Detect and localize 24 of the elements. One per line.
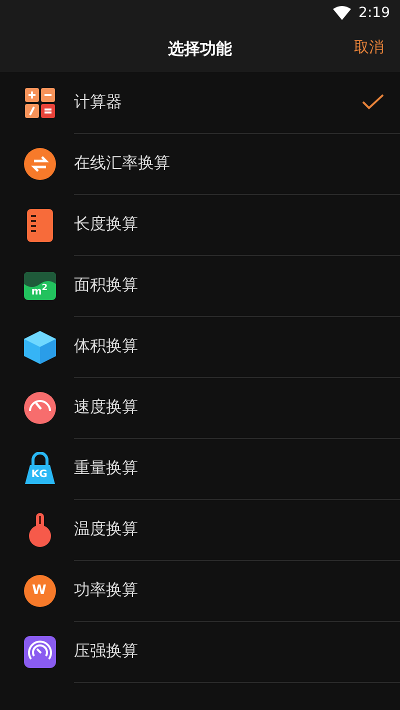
calculator-icon (23, 86, 57, 120)
power-icon (23, 574, 57, 608)
status-time: 2:19 (358, 5, 390, 21)
icon-label: KG (31, 470, 48, 480)
gauge-icon (23, 634, 57, 668)
function-item[interactable]: 速度换算 (74, 396, 138, 418)
function-item[interactable]: 重量换算 (74, 458, 138, 478)
function-item[interactable]: 面积换算 (74, 274, 138, 296)
function-item[interactable]: 体积换算 (74, 336, 138, 356)
function-item[interactable]: 功率换算 (74, 580, 138, 600)
kettlebell-icon (23, 452, 57, 486)
cube-icon (23, 330, 57, 364)
function-item[interactable]: 计算器 (74, 92, 122, 112)
function-item[interactable]: 在线汇率换算 (74, 152, 170, 174)
wifi-icon (332, 6, 351, 20)
function-item[interactable]: 压强换算 (74, 640, 138, 662)
speedometer-icon (23, 390, 57, 424)
icon-label: m$^{2}$ (31, 282, 48, 297)
cancel-button[interactable]: 取消 (354, 38, 384, 57)
function-item[interactable]: 长度换算 (74, 214, 138, 234)
page-title: 选择功能 (168, 38, 232, 60)
exchange-icon (23, 146, 57, 180)
function-item[interactable]: 温度换算 (74, 518, 138, 540)
icon-label: W (32, 584, 46, 596)
